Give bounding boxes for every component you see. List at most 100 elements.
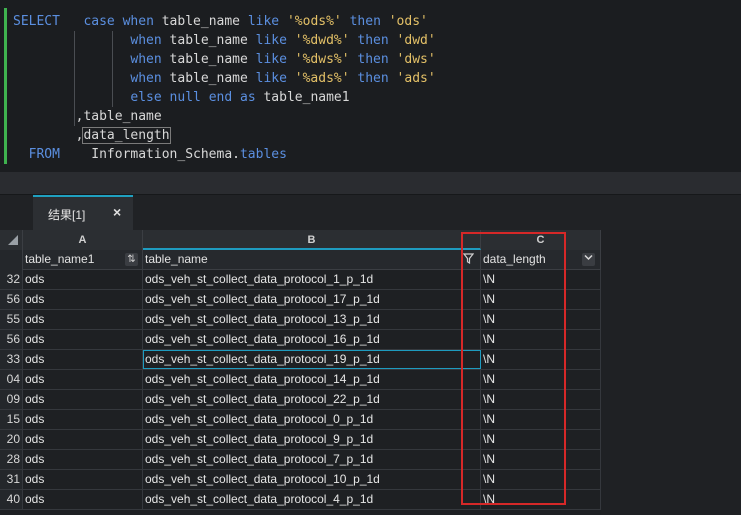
sql-token: data_length [82, 127, 171, 144]
cell-table-name1[interactable]: ods [23, 370, 143, 389]
code-line[interactable]: when table_name like '%dwd%' then 'dwd' [13, 31, 436, 50]
sql-token: , [13, 128, 84, 143]
sql-string: '%ods%' [286, 14, 342, 29]
cell-table-name[interactable]: ods_veh_st_collect_data_protocol_0_p_1d [143, 410, 481, 429]
row-number-cell[interactable]: 32 [0, 270, 23, 289]
code-line[interactable]: ,data_length [13, 126, 436, 145]
sql-keyword: then [349, 14, 381, 29]
sql-string: 'dws' [396, 52, 436, 67]
code-line[interactable]: when table_name like '%dws%' then 'dws' [13, 50, 436, 69]
sql-keyword: null [169, 90, 201, 105]
sql-keyword: like [255, 33, 287, 48]
editor-results-splitter[interactable] [0, 172, 741, 194]
sql-keyword: end [208, 90, 233, 105]
cell-table-name[interactable]: ods_veh_st_collect_data_protocol_9_p_1d [143, 430, 481, 449]
row-number-cell[interactable]: 40 [0, 490, 23, 509]
cell-table-name[interactable]: ods_veh_st_collect_data_protocol_10_p_1d [143, 470, 481, 489]
sql-keyword: when [130, 52, 162, 67]
cell-table-name[interactable]: ods_veh_st_collect_data_protocol_7_p_1d [143, 450, 481, 469]
cell-table-name[interactable]: ods_veh_st_collect_data_protocol_22_p_1d [143, 390, 481, 409]
sql-token: table_name [161, 71, 256, 86]
column-header-table-name[interactable]: table_name [143, 250, 481, 270]
sql-token: table_name1 [255, 90, 350, 105]
cell-table-name[interactable]: ods_veh_st_collect_data_protocol_4_p_1d [143, 490, 481, 509]
cell-table-name1[interactable]: ods [23, 430, 143, 449]
sql-editor[interactable]: SELECT case when table_name like '%ods%'… [0, 0, 741, 172]
cell-table-name[interactable]: ods_veh_st_collect_data_protocol_13_p_1d [143, 310, 481, 329]
row-number-cell[interactable]: 55 [0, 310, 23, 329]
sql-string: 'ods' [388, 14, 428, 29]
sql-keyword: when [130, 33, 162, 48]
code-line[interactable]: ,table_name [13, 107, 436, 126]
sql-keyword: case [83, 14, 115, 29]
cell-table-name1[interactable]: ods [23, 490, 143, 509]
cell-table-name1[interactable]: ods [23, 450, 143, 469]
sql-token: ,table_name [13, 109, 162, 124]
sql-keyword: SELECT [13, 14, 60, 29]
row-number-cell[interactable]: 33 [0, 350, 23, 369]
cell-table-name1[interactable]: ods [23, 330, 143, 349]
cell-table-name1[interactable]: ods [23, 270, 143, 289]
tab-label: 结果[1] [48, 208, 86, 222]
cell-table-name1[interactable]: ods [23, 350, 143, 369]
row-number-cell[interactable]: 56 [0, 290, 23, 309]
cell-table-name[interactable]: ods_veh_st_collect_data_protocol_1_p_1d [143, 270, 481, 289]
code-line[interactable]: when table_name like '%ads%' then 'ads' [13, 69, 436, 88]
cell-table-name[interactable]: ods_veh_st_collect_data_protocol_17_p_1d [143, 290, 481, 309]
sql-token: table_name [161, 52, 256, 67]
row-number-cell[interactable]: 20 [0, 430, 23, 449]
cell-table-name[interactable]: ods_veh_st_collect_data_protocol_16_p_1d [143, 330, 481, 349]
row-number-cell[interactable]: 56 [0, 330, 23, 349]
sort-az-icon[interactable]: ⇅ [125, 253, 138, 266]
row-number-header [0, 250, 23, 270]
select-all-corner[interactable] [0, 230, 23, 250]
column-header-table-name1[interactable]: table_name1 ⇅ [23, 250, 143, 270]
sql-code[interactable]: SELECT case when table_name like '%ods%'… [13, 12, 436, 164]
sql-keyword: like [255, 52, 287, 67]
sql-keyword: else [130, 90, 162, 105]
cell-table-name[interactable]: ods_veh_st_collect_data_protocol_19_p_1d [143, 350, 481, 369]
tab-results-1[interactable]: 结果[1] × [33, 195, 133, 231]
row-number-cell[interactable]: 04 [0, 370, 23, 389]
row-number-cell[interactable]: 31 [0, 470, 23, 489]
sql-keyword: FROM [28, 147, 60, 162]
cell-table-name1[interactable]: ods [23, 390, 143, 409]
column-letter-b[interactable]: B [143, 230, 481, 250]
sql-string: 'ads' [396, 71, 436, 86]
sql-token: Information_Schema. [59, 147, 240, 162]
cell-table-name1[interactable]: ods [23, 290, 143, 309]
column-letter-a[interactable]: A [23, 230, 143, 250]
close-icon[interactable]: × [113, 204, 121, 220]
sql-string: '%dws%' [294, 52, 350, 67]
cell-table-name[interactable]: ods_veh_st_collect_data_protocol_14_p_1d [143, 370, 481, 389]
code-line[interactable]: else null end as table_name1 [13, 88, 436, 107]
cell-table-name1[interactable]: ods [23, 470, 143, 489]
chevron-down-icon[interactable] [582, 253, 595, 266]
code-line[interactable]: FROM Information_Schema.tables [13, 145, 436, 164]
sql-token: table_name [153, 14, 248, 29]
corner-triangle-icon [8, 235, 18, 245]
row-number-cell[interactable]: 15 [0, 410, 23, 429]
cell-table-name1[interactable]: ods [23, 410, 143, 429]
code-line[interactable]: SELECT case when table_name like '%ods%'… [13, 12, 436, 31]
row-number-cell[interactable]: 09 [0, 390, 23, 409]
modified-lines-marker [4, 8, 7, 164]
cell-table-name1[interactable]: ods [23, 310, 143, 329]
sql-string: 'dwd' [396, 33, 436, 48]
row-number-cell[interactable]: 28 [0, 450, 23, 469]
grid-empty-area [601, 230, 741, 515]
